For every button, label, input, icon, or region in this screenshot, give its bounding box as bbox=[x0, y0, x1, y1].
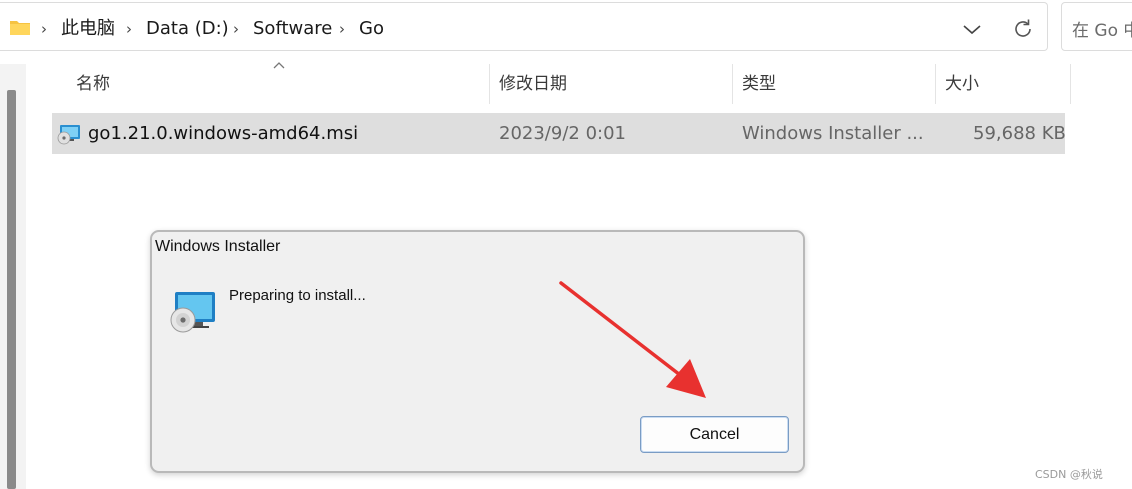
column-divider[interactable] bbox=[732, 64, 733, 104]
cancel-button[interactable]: Cancel bbox=[640, 416, 789, 453]
dialog-message: Preparing to install... bbox=[229, 287, 366, 304]
column-divider[interactable] bbox=[489, 64, 490, 104]
msi-installer-icon bbox=[57, 125, 80, 145]
column-header-name[interactable]: 名称 bbox=[76, 70, 110, 98]
column-divider[interactable] bbox=[935, 64, 936, 104]
installer-dialog: Windows Installer Preparing to install..… bbox=[150, 230, 805, 473]
breadcrumb-separator: › bbox=[126, 20, 132, 38]
column-header-size[interactable]: 大小 bbox=[945, 70, 979, 98]
breadcrumb-separator: › bbox=[233, 20, 239, 38]
column-header-type[interactable]: 类型 bbox=[742, 70, 776, 98]
search-input[interactable]: 在 Go 中 bbox=[1061, 2, 1132, 51]
scrollbar-thumb[interactable] bbox=[7, 90, 16, 489]
file-modified: 2023/9/2 0:01 bbox=[499, 123, 626, 144]
file-type: Windows Installer ... bbox=[742, 123, 924, 144]
file-size: 59,688 KB bbox=[973, 123, 1066, 144]
column-divider[interactable] bbox=[1070, 64, 1071, 104]
breadcrumb-item-data-drive[interactable]: Data (D:) bbox=[146, 17, 229, 41]
refresh-icon[interactable] bbox=[1011, 17, 1035, 41]
breadcrumb[interactable]: › 此电脑 › Data (D:) › Software › Go bbox=[0, 2, 1048, 51]
chevron-down-icon[interactable] bbox=[961, 20, 983, 38]
file-name: go1.21.0.windows-amd64.msi bbox=[88, 123, 359, 144]
installer-disc-icon bbox=[170, 292, 215, 333]
watermark: CSDN @秋说 bbox=[1035, 468, 1103, 481]
dialog-title: Windows Installer bbox=[155, 238, 281, 255]
breadcrumb-item-software[interactable]: Software bbox=[253, 17, 332, 41]
address-bar: › 此电脑 › Data (D:) › Software › Go 在 Go 中 bbox=[0, 0, 1132, 53]
breadcrumb-separator: › bbox=[41, 20, 47, 38]
table-row[interactable]: go1.21.0.windows-amd64.msi 2023/9/2 0:01… bbox=[52, 113, 1066, 154]
breadcrumb-item-go[interactable]: Go bbox=[359, 17, 384, 41]
sort-ascending-icon bbox=[273, 62, 285, 69]
breadcrumb-separator: › bbox=[339, 20, 345, 38]
column-header-modified[interactable]: 修改日期 bbox=[499, 70, 567, 98]
search-placeholder: 在 Go 中 bbox=[1072, 21, 1132, 41]
folder-icon bbox=[10, 21, 30, 35]
breadcrumb-item-this-pc[interactable]: 此电脑 bbox=[61, 17, 115, 41]
